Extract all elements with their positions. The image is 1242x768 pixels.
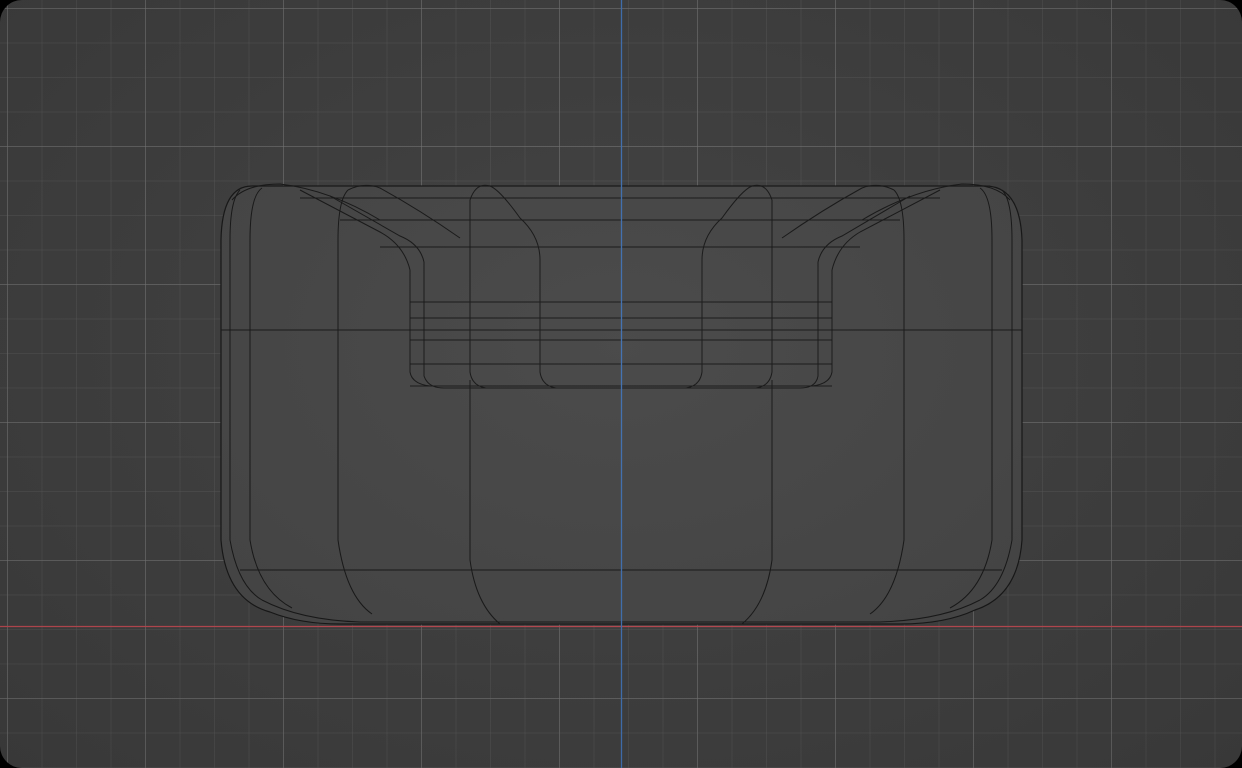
3d-viewport[interactable] [0,0,1242,768]
viewport-scene[interactable] [0,0,1242,768]
